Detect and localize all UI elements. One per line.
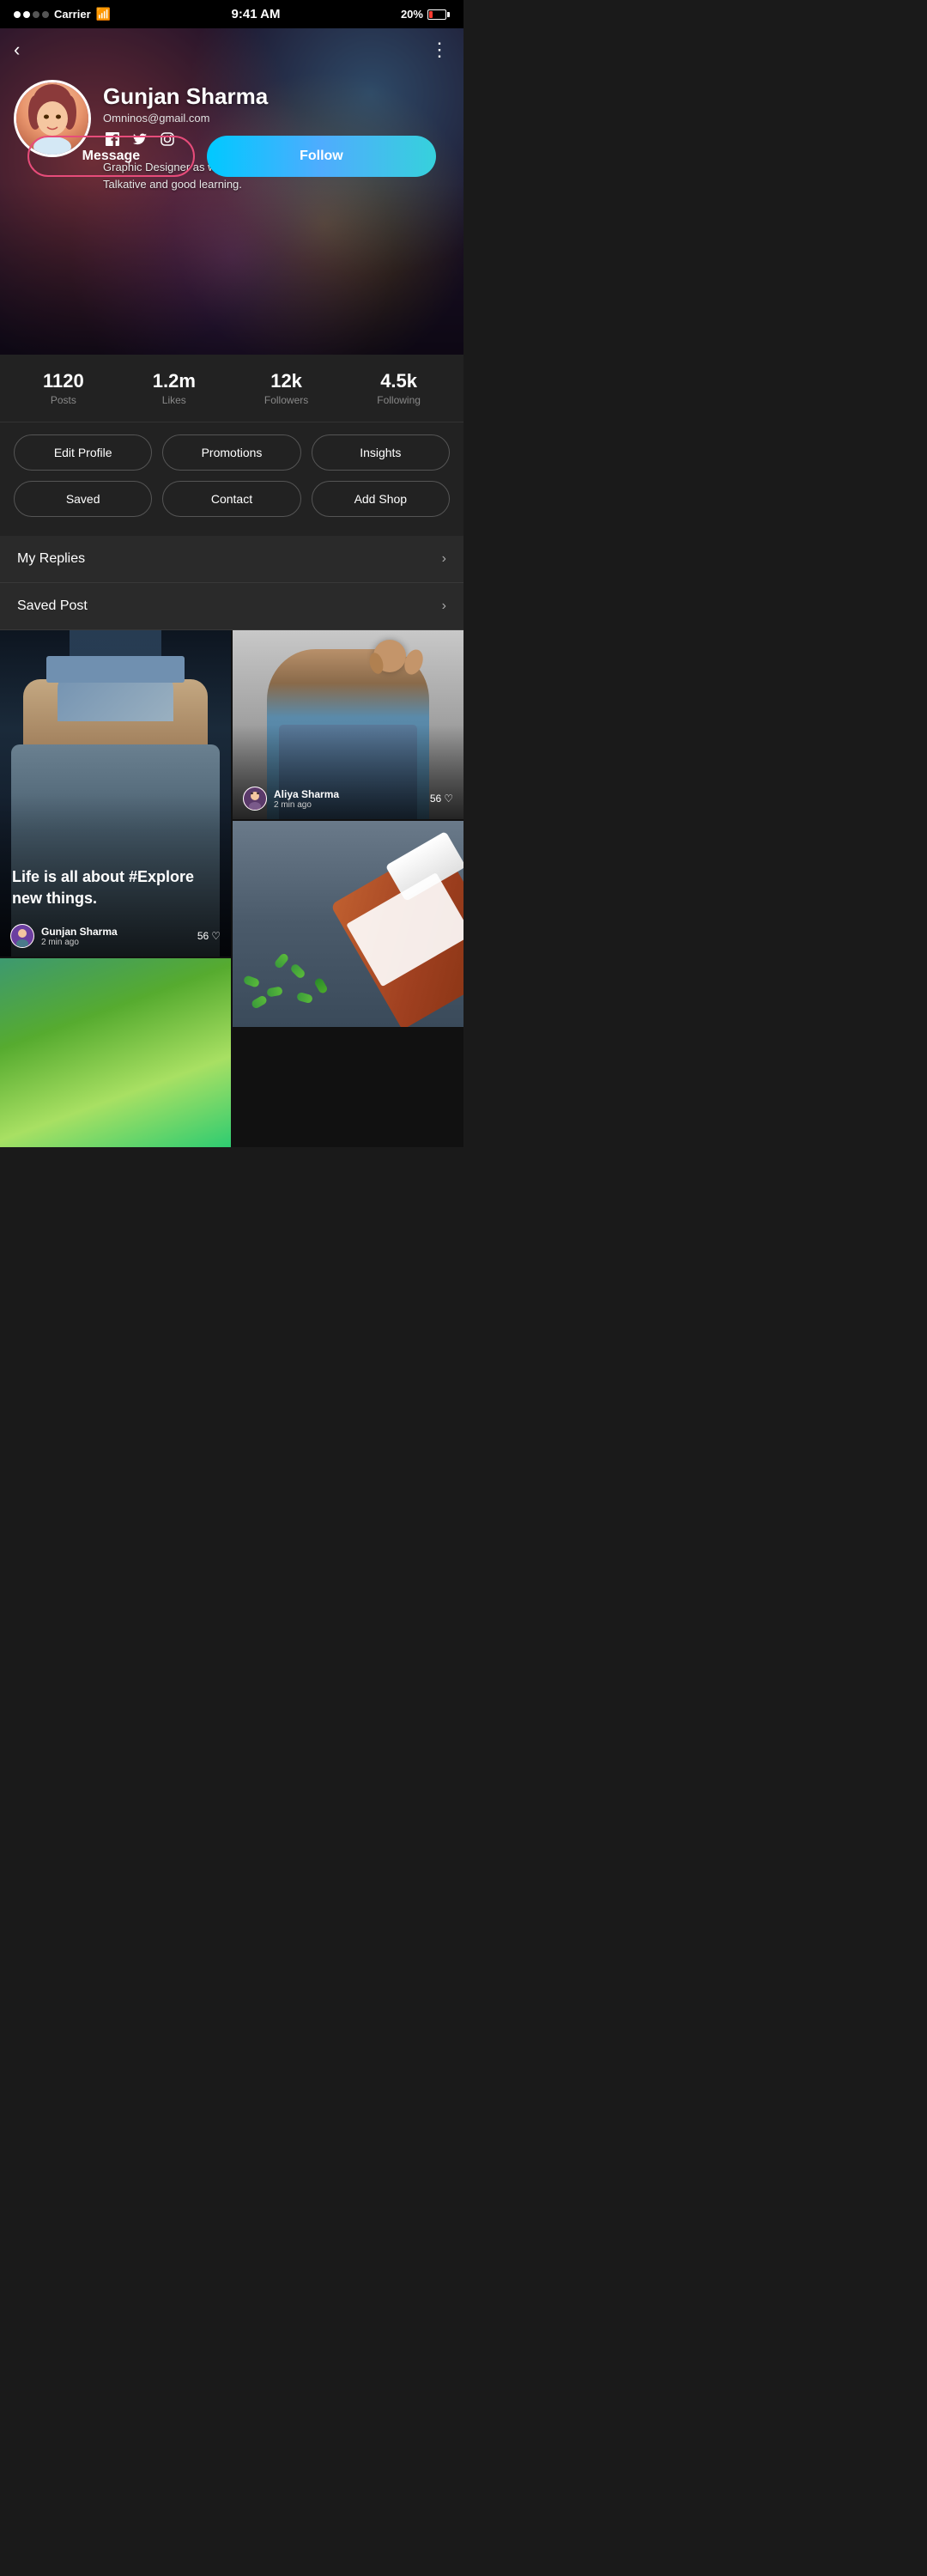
nav-bar: ‹ ⋮ [0, 28, 464, 71]
photo-grid: Life is all about #Explore new things. G… [0, 630, 464, 1147]
battery-icon [427, 9, 450, 20]
signal-dot-2 [23, 11, 30, 18]
stat-likes: 1.2m Likes [153, 370, 196, 406]
stat-following: 4.5k Following [377, 370, 421, 406]
stat-followers-number: 12k [264, 370, 308, 392]
list-section: My Replies › Saved Post › [0, 536, 464, 630]
more-menu-button[interactable]: ⋮ [430, 39, 450, 61]
signal-dot-3 [33, 11, 39, 18]
wifi-icon: 📶 [96, 7, 111, 21]
stat-likes-number: 1.2m [153, 370, 196, 392]
my-replies-label: My Replies [17, 551, 85, 567]
post-likes-1: 56 ♡ [197, 930, 221, 942]
post-username-2: Aliya Sharma [274, 788, 339, 800]
stat-posts: 1120 Posts [43, 370, 84, 406]
photo-quote-1: Life is all about #Explore new things. [12, 866, 219, 909]
saved-post-label: Saved Post [17, 598, 88, 614]
battery-percent: 20% [401, 8, 423, 21]
carrier-label: Carrier [54, 8, 91, 21]
photo-col-left: Life is all about #Explore new things. G… [0, 630, 231, 1147]
post-likes-2: 56 ♡ [430, 793, 453, 805]
photo-user-2: Aliya Sharma 2 min ago 56 ♡ [243, 787, 453, 811]
action-grid: Edit Profile Promotions Insights Saved C… [0, 422, 464, 536]
action-row-2: Saved Contact Add Shop [14, 481, 450, 517]
signal-dot-1 [14, 11, 21, 18]
status-bar: Carrier 📶 9:41 AM 20% [0, 0, 464, 28]
photo-user-1: Gunjan Sharma 2 min ago 56 ♡ [10, 924, 221, 948]
post-card-2[interactable]: Aliya Sharma 2 min ago 56 ♡ [233, 630, 464, 819]
post-card-green[interactable] [0, 958, 231, 1147]
profile-name: Gunjan Sharma [103, 83, 450, 110]
clock: 9:41 AM [232, 7, 281, 21]
post-time-2: 2 min ago [274, 800, 339, 810]
stat-posts-number: 1120 [43, 370, 84, 392]
insights-button[interactable]: Insights [312, 434, 450, 471]
status-left: Carrier 📶 [14, 7, 111, 21]
stat-followers: 12k Followers [264, 370, 308, 406]
saved-post-item[interactable]: Saved Post › [0, 583, 464, 630]
message-button[interactable]: Message [27, 136, 195, 177]
photo-col-right: Aliya Sharma 2 min ago 56 ♡ [233, 630, 464, 1147]
stats-row: 1120 Posts 1.2m Likes 12k Followers 4.5k… [0, 355, 464, 422]
chevron-right-icon-2: › [442, 598, 446, 614]
action-buttons: Message Follow [27, 136, 436, 177]
back-button[interactable]: ‹ [14, 39, 20, 61]
cover-gradient [0, 183, 464, 355]
post-card-3[interactable] [233, 821, 464, 1027]
post-username-1: Gunjan Sharma [41, 926, 118, 938]
post-avatar-2 [243, 787, 267, 811]
promotions-button[interactable]: Promotions [162, 434, 300, 471]
profile-email: Omninos@gmail.com [103, 112, 450, 125]
chevron-right-icon: › [442, 551, 446, 567]
status-right: 20% [401, 8, 450, 21]
contact-button[interactable]: Contact [162, 481, 300, 517]
post-time-1: 2 min ago [41, 938, 118, 947]
signal-dot-4 [42, 11, 49, 18]
add-shop-button[interactable]: Add Shop [312, 481, 450, 517]
post-avatar-1 [10, 924, 34, 948]
post-card-1[interactable]: Life is all about #Explore new things. G… [0, 630, 231, 957]
stat-posts-label: Posts [43, 394, 84, 406]
heart-icon-2: ♡ [444, 793, 453, 805]
heart-icon-1: ♡ [211, 930, 221, 942]
cover-area: ‹ ⋮ [0, 28, 464, 355]
edit-profile-button[interactable]: Edit Profile [14, 434, 152, 471]
profile-info: Gunjan Sharma Omninos@gmail.com [14, 80, 450, 192]
follow-button[interactable]: Follow [207, 136, 436, 177]
action-row-1: Edit Profile Promotions Insights [14, 434, 450, 471]
saved-button[interactable]: Saved [14, 481, 152, 517]
stat-following-number: 4.5k [377, 370, 421, 392]
stat-likes-label: Likes [153, 394, 196, 406]
signal-indicator [14, 11, 49, 18]
my-replies-item[interactable]: My Replies › [0, 536, 464, 583]
stat-followers-label: Followers [264, 394, 308, 406]
stat-following-label: Following [377, 394, 421, 406]
